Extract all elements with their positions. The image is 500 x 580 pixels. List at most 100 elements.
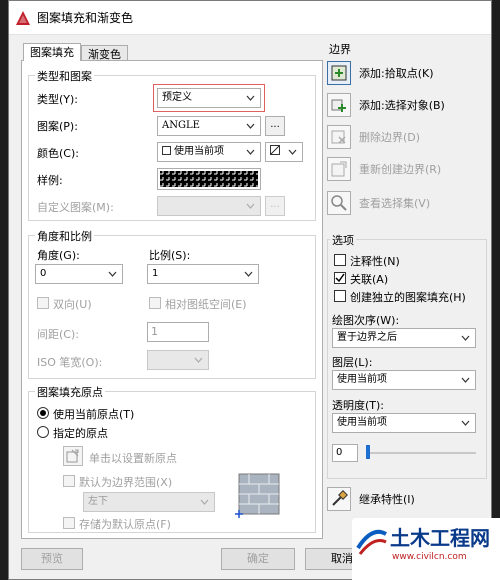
chevron-down-icon: [243, 89, 257, 107]
chevron-down-icon: [243, 197, 257, 215]
extent-select[interactable]: 左下: [83, 492, 215, 512]
default-extent-checkbox[interactable]: [63, 475, 75, 487]
chevron-down-icon: [243, 117, 257, 135]
pattern-browse-button[interactable]: ...: [265, 116, 285, 136]
chevron-down-icon: [285, 143, 299, 161]
origin-group: 图案填充原点 使用当前原点(T) 指定的原点 单击以设置新原点 默认为边界范围(…: [28, 384, 316, 533]
layer-label: 图层(L):: [332, 356, 373, 369]
type-select[interactable]: 预定义: [153, 84, 265, 112]
chevron-down-icon: [105, 265, 119, 283]
use-current-origin-radio[interactable]: [37, 407, 49, 419]
default-extent-label: 默认为边界范围(X): [79, 476, 173, 489]
transparency-label: 透明度(T):: [332, 399, 385, 412]
recreate-boundary-button[interactable]: 重新创建边界(R): [327, 157, 441, 181]
transparency-slider-track[interactable]: [366, 452, 476, 454]
options-legend: 选项: [330, 232, 356, 248]
chevron-down-icon: [197, 493, 211, 511]
angle-label: 角度(G):: [37, 249, 80, 262]
iso-pen-select[interactable]: [147, 350, 209, 370]
pattern-select[interactable]: ANGLE: [157, 116, 261, 136]
scale-value: 1: [152, 268, 159, 279]
angle-select[interactable]: 0: [35, 264, 123, 284]
color-value: 使用当前项: [174, 146, 224, 157]
add-pick-points-button[interactable]: 添加:拾取点(K): [327, 61, 434, 85]
spacing-input[interactable]: 1: [147, 322, 209, 342]
pick-points-icon: [327, 61, 351, 85]
custom-pattern-select[interactable]: [157, 196, 261, 216]
autocad-logo-icon: [16, 10, 30, 25]
remove-boundaries-button[interactable]: 删除边界(D): [327, 125, 420, 149]
transparency-value: 使用当前项: [337, 417, 387, 428]
custom-pattern-label: 自定义图案(M):: [37, 201, 114, 214]
site-logo-icon: [356, 529, 387, 555]
pattern-value: ANGLE: [162, 120, 200, 131]
recreate-boundary-label: 重新创建边界(R): [359, 163, 442, 176]
select-objects-icon: [327, 93, 351, 117]
title-bar: 图案填充和渐变色: [9, 1, 491, 35]
add-select-objects-button[interactable]: 添加:选择对象(B): [327, 93, 445, 117]
boundary-legend: 边界: [329, 43, 351, 56]
chevron-down-icon: [243, 143, 257, 161]
associative-checkbox[interactable]: [334, 272, 346, 284]
specified-origin-label: 指定的原点: [53, 427, 108, 440]
pattern-label: 图案(P):: [37, 120, 78, 133]
store-default-checkbox[interactable]: [63, 517, 75, 529]
origin-legend: 图案填充原点: [35, 384, 105, 400]
tab-hatch[interactable]: 图案填充: [23, 43, 81, 61]
hatch-tab-pane: 类型和图案 类型(Y): 预定义 图案(P): ANGLE ... 颜色(C):…: [21, 60, 323, 539]
chevron-down-icon: [458, 329, 472, 347]
window-title: 图案填充和渐变色: [37, 11, 134, 25]
add-select-objects-label: 添加:选择对象(B): [359, 99, 445, 112]
separate-hatch-checkbox[interactable]: [334, 290, 346, 302]
pick-point-icon: [66, 449, 79, 463]
spacing-label: 间距(C):: [37, 328, 79, 341]
color-label: 颜色(C):: [37, 147, 79, 160]
inherit-properties-label: 继承特性(I): [359, 493, 415, 506]
inherit-properties-button[interactable]: 继承特性(I): [327, 487, 415, 511]
extent-value: 左下: [88, 496, 108, 507]
watermark-url: www.civilcn.com: [392, 552, 467, 562]
use-current-origin-label: 使用当前原点(T): [53, 408, 135, 421]
remove-boundaries-label: 删除边界(D): [359, 131, 421, 144]
origin-preview-image: [235, 473, 280, 518]
type-pattern-legend: 类型和图案: [35, 68, 94, 84]
checkmark-icon: [335, 273, 345, 283]
pattern-swatch[interactable]: [157, 168, 261, 190]
transparency-select[interactable]: 使用当前项: [332, 413, 476, 433]
color-swatch-icon: [162, 146, 171, 155]
type-pattern-group: 类型和图案 类型(Y): 预定义 图案(P): ANGLE ... 颜色(C):…: [28, 68, 316, 221]
iso-pen-label: ISO 笔宽(O):: [37, 356, 103, 369]
angle-scale-legend: 角度和比例: [35, 228, 94, 244]
draw-order-label: 绘图次序(W):: [332, 314, 400, 327]
draw-order-select[interactable]: 置于边界之后: [332, 328, 476, 348]
view-selections-button[interactable]: 查看选择集(V): [327, 191, 430, 215]
type-label: 类型(Y):: [37, 93, 79, 106]
transparency-slider-thumb[interactable]: [366, 445, 370, 459]
chevron-down-icon: [458, 371, 472, 389]
annotative-checkbox[interactable]: [334, 254, 346, 266]
recreate-boundary-icon: [327, 157, 351, 181]
remove-boundary-icon: [327, 125, 351, 149]
hatch-dialog: 图案填充和渐变色 图案填充 渐变色 类型和图案 类型(Y): 预定义 图案(P)…: [8, 0, 492, 580]
annotative-label: 注释性(N): [350, 255, 400, 268]
custom-browse-button[interactable]: ...: [265, 196, 285, 216]
preview-button[interactable]: 预览: [21, 548, 83, 570]
angle-scale-group: 角度和比例 角度(G): 0 比例(S): 1 双向(U) 相对图纸空间(E) …: [28, 228, 316, 379]
watermark-title: 土木工程网: [390, 526, 490, 550]
store-default-label: 存储为默认原点(F): [79, 518, 171, 531]
double-label: 双向(U): [53, 298, 92, 311]
specified-origin-radio[interactable]: [37, 426, 49, 438]
relative-paper-label: 相对图纸空间(E): [165, 298, 247, 311]
associative-label: 关联(A): [350, 273, 389, 286]
layer-value: 使用当前项: [337, 374, 387, 385]
set-origin-button[interactable]: [63, 446, 83, 466]
background-color-select[interactable]: [265, 142, 303, 162]
double-checkbox[interactable]: [37, 297, 49, 309]
color-select[interactable]: 使用当前项: [157, 142, 261, 162]
relative-paper-checkbox[interactable]: [149, 297, 161, 309]
separate-hatch-label: 创建独立的图案填充(H): [350, 291, 466, 304]
ok-button[interactable]: 确定: [221, 548, 295, 570]
layer-select[interactable]: 使用当前项: [332, 370, 476, 390]
scale-select[interactable]: 1: [147, 264, 259, 284]
transparency-input[interactable]: 0: [332, 444, 358, 462]
